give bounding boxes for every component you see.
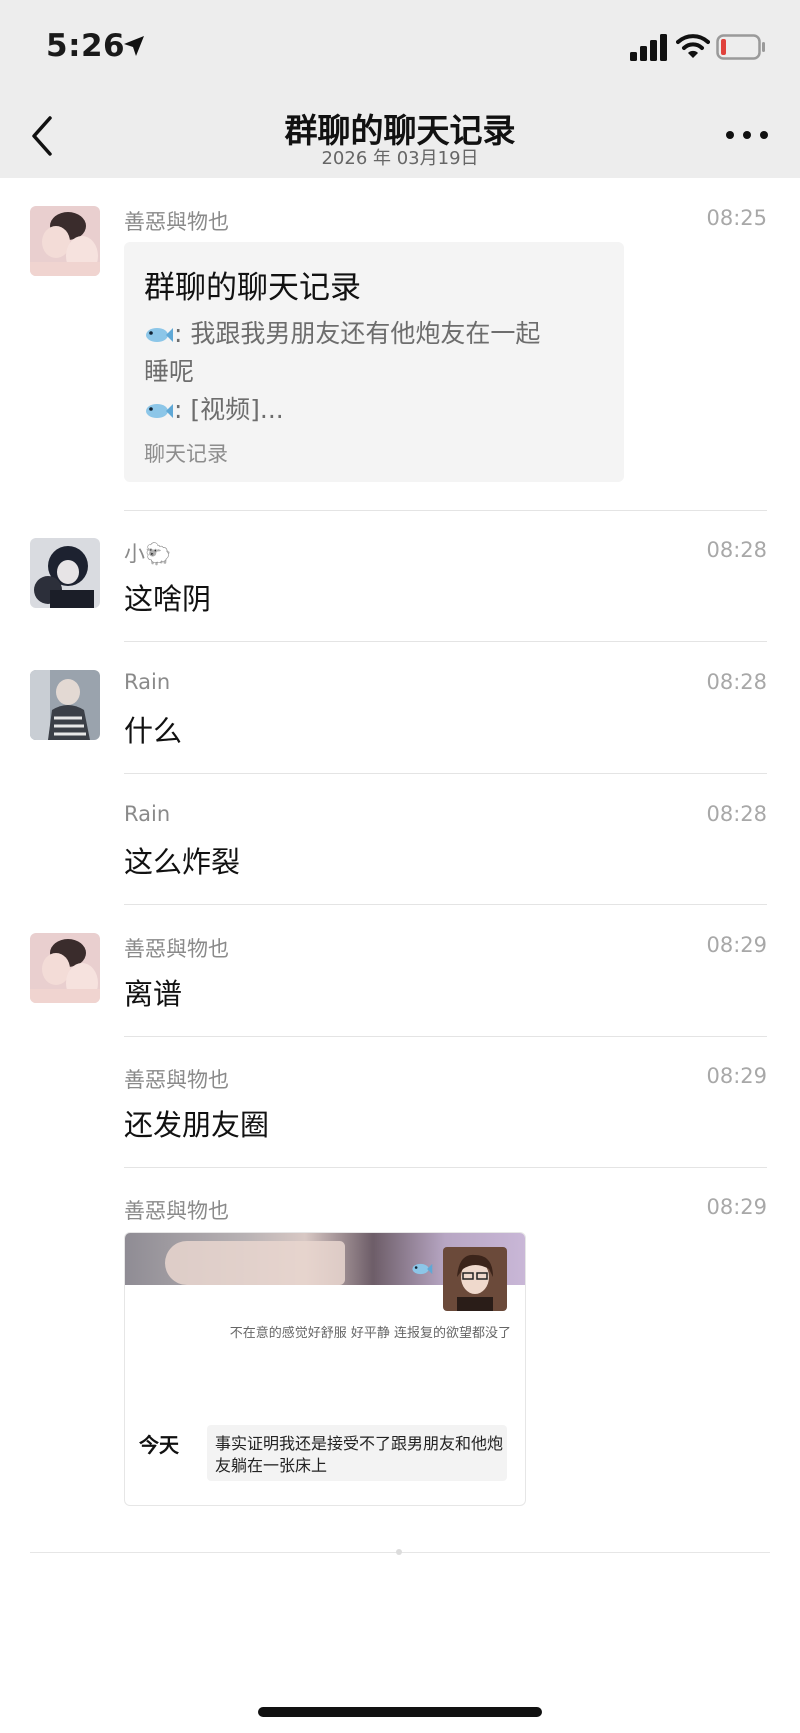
battery-icon <box>716 34 765 60</box>
sender-name: 善惡與物也 <box>124 937 229 961</box>
message-text: 离谱 <box>124 977 183 1011</box>
divider <box>124 641 767 642</box>
avatar[interactable] <box>30 670 100 740</box>
avatar[interactable] <box>30 538 100 608</box>
record-line: : [视频]... <box>144 390 284 426</box>
location-arrow-icon <box>124 36 144 56</box>
post-text: 事实证明我还是接受不了跟男朋友和他炮友躺在一张床上 <box>207 1425 507 1481</box>
today-label: 今天 <box>139 1433 179 1457</box>
status-time: 5:26 <box>46 28 126 64</box>
message-time: 08:28 <box>706 670 767 694</box>
sender-name: Rain <box>124 802 171 826</box>
more-dots-icon[interactable] <box>722 120 772 150</box>
signal-icon <box>630 34 667 61</box>
fish-emoji-icon <box>412 1263 433 1275</box>
avatar[interactable] <box>30 206 100 276</box>
record-footer: 聊天记录 <box>144 442 228 466</box>
divider <box>124 773 767 774</box>
wifi-icon <box>676 34 710 58</box>
end-dot <box>396 1549 402 1555</box>
record-line: : 我跟我男朋友还有他炮友在一起 <box>144 314 540 350</box>
sender-name: Rain <box>124 670 171 694</box>
fish-emoji-icon <box>146 404 173 418</box>
message-time: 08:29 <box>706 1064 767 1088</box>
message-time: 08:28 <box>706 538 767 562</box>
chat-record-card[interactable]: 群聊的聊天记录 : 我跟我男朋友还有他炮友在一起 睡呢 : [视频]... 聊天… <box>124 242 624 482</box>
post-caption: 不在意的感觉好舒服 好平静 连报复的欲望都没了 <box>229 1326 511 1341</box>
record-line-cont: 睡呢 <box>144 357 195 386</box>
message-time: 08:29 <box>706 933 767 957</box>
record-title: 群聊的聊天记录 <box>144 270 361 306</box>
divider <box>124 904 767 905</box>
fish-emoji-icon <box>146 328 173 342</box>
sender-name: 善惡與物也 <box>124 1199 229 1223</box>
sender-name: 善惡與物也 <box>124 210 229 234</box>
top-bar: 5:26 群聊的聊天记录 2026 年 03月19日 <box>0 0 800 178</box>
message-time: 08:25 <box>706 206 767 230</box>
page-date: 2026 年 03月19日 <box>321 148 479 169</box>
profile-avatar <box>443 1247 507 1311</box>
message-text: 什么 <box>124 714 183 748</box>
divider <box>124 1036 767 1037</box>
sender-name: 善惡與物也 <box>124 1068 229 1092</box>
home-indicator[interactable] <box>258 1707 542 1717</box>
message-time: 08:28 <box>706 802 767 826</box>
divider <box>124 1167 767 1168</box>
message-text: 这么炸裂 <box>124 845 241 879</box>
avatar[interactable] <box>30 933 100 1003</box>
message-text: 还发朋友圈 <box>124 1108 270 1142</box>
message-text: 这啥阴 <box>124 582 212 616</box>
moments-screenshot-card[interactable]: 不在意的感觉好舒服 好平静 连报复的欲望都没了 今天 事实证明我还是接受不了跟男… <box>124 1232 526 1506</box>
message-time: 08:29 <box>706 1195 767 1219</box>
divider <box>124 510 767 511</box>
sender-name: 小🐑 <box>124 542 172 566</box>
